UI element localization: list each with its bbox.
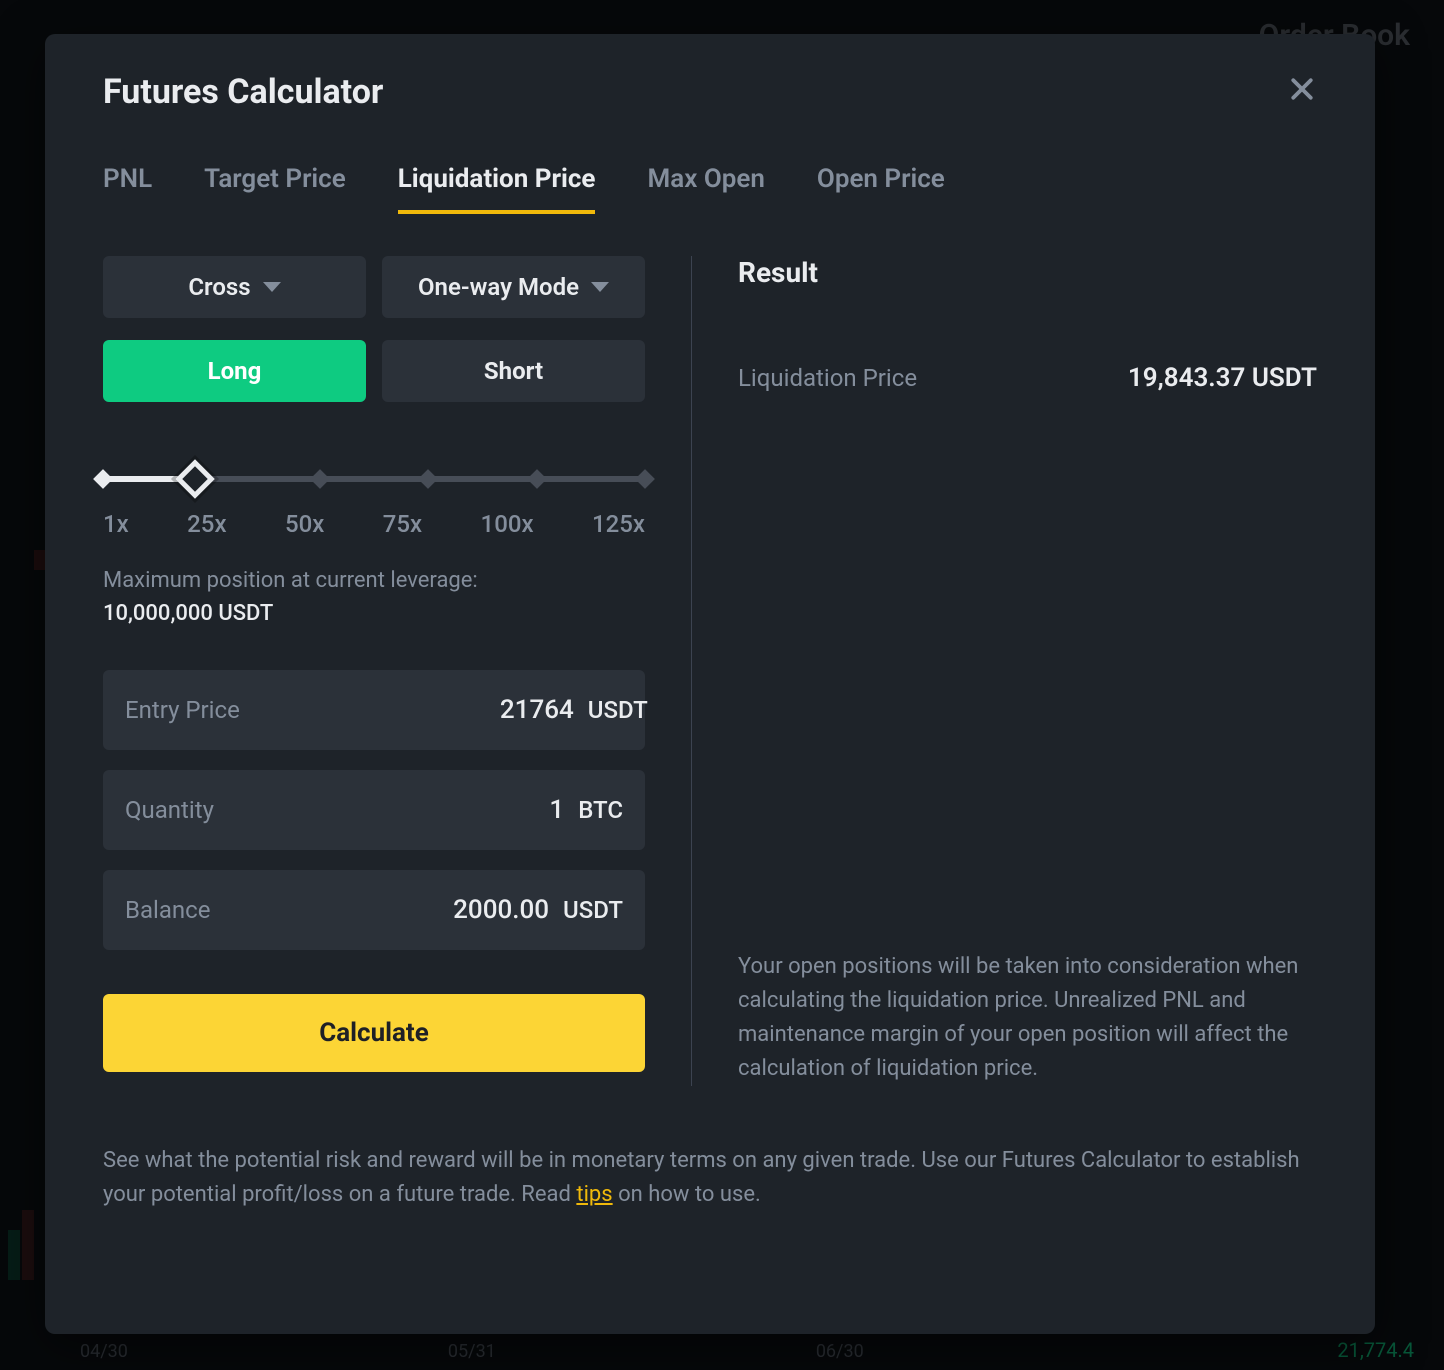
margin-mode-value: Cross — [188, 273, 250, 301]
tab-liquidation-price[interactable]: Liquidation Price — [398, 164, 596, 214]
slider-label: 25x — [187, 510, 226, 538]
slider-label: 100x — [481, 510, 534, 538]
quantity-input[interactable] — [214, 795, 564, 825]
entry-price-label: Entry Price — [125, 696, 240, 724]
close-icon — [1287, 74, 1317, 104]
result-value: 19,843.37 USDT — [1128, 363, 1317, 393]
slider-label: 75x — [383, 510, 422, 538]
position-mode-dropdown[interactable]: One-way Mode — [382, 256, 645, 318]
slider-tick — [310, 469, 330, 489]
tab-target-price[interactable]: Target Price — [204, 164, 346, 214]
slider-tick — [635, 469, 655, 489]
slider-thumb[interactable] — [175, 459, 215, 499]
entry-price-input[interactable] — [240, 695, 574, 725]
chevron-down-icon — [591, 282, 609, 292]
result-note: Your open positions will be taken into c… — [738, 910, 1317, 1086]
position-mode-value: One-way Mode — [418, 273, 579, 301]
balance-label: Balance — [125, 896, 210, 924]
result-panel: Result Liquidation Price 19,843.37 USDT … — [692, 256, 1317, 1086]
quantity-unit: BTC — [578, 796, 623, 824]
chevron-down-icon — [263, 282, 281, 292]
short-button[interactable]: Short — [382, 340, 645, 402]
quantity-label: Quantity — [125, 796, 214, 824]
slider-label: 125x — [592, 510, 645, 538]
slider-labels: 1x 25x 50x 75x 100x 125x — [103, 510, 645, 538]
calculator-form: Cross One-way Mode Long Short — [103, 256, 691, 1086]
entry-price-field[interactable]: Entry Price USDT — [103, 670, 645, 750]
long-button[interactable]: Long — [103, 340, 366, 402]
modal-title: Futures Calculator — [103, 72, 383, 112]
tab-max-open[interactable]: Max Open — [647, 164, 764, 214]
balance-unit: USDT — [563, 896, 623, 924]
slider-tick — [93, 469, 113, 489]
slider-tick — [527, 469, 547, 489]
calculate-button[interactable]: Calculate — [103, 994, 645, 1072]
margin-mode-dropdown[interactable]: Cross — [103, 256, 366, 318]
leverage-slider[interactable]: 1x 25x 50x 75x 100x 125x — [103, 476, 645, 538]
tab-open-price[interactable]: Open Price — [817, 164, 945, 214]
footer-note: See what the potential risk and reward w… — [103, 1144, 1317, 1212]
tips-link[interactable]: tips — [576, 1182, 612, 1207]
max-position-label: Maximum position at current leverage: — [103, 568, 645, 593]
result-label: Liquidation Price — [738, 364, 917, 392]
slider-label: 1x — [103, 510, 129, 538]
balance-input[interactable] — [210, 895, 549, 925]
result-title: Result — [738, 256, 1317, 289]
footer-text-after: on how to use. — [613, 1182, 761, 1207]
calculator-tabs: PNL Target Price Liquidation Price Max O… — [103, 164, 1317, 214]
slider-tick — [418, 469, 438, 489]
max-position-value: 10,000,000 USDT — [103, 601, 645, 626]
entry-price-unit: USDT — [588, 696, 648, 724]
tab-pnl[interactable]: PNL — [103, 164, 152, 214]
close-button[interactable] — [1287, 74, 1317, 110]
quantity-field[interactable]: Quantity BTC — [103, 770, 645, 850]
slider-label: 50x — [285, 510, 324, 538]
futures-calculator-modal: Futures Calculator PNL Target Price Liqu… — [45, 34, 1375, 1334]
balance-field[interactable]: Balance USDT — [103, 870, 645, 950]
